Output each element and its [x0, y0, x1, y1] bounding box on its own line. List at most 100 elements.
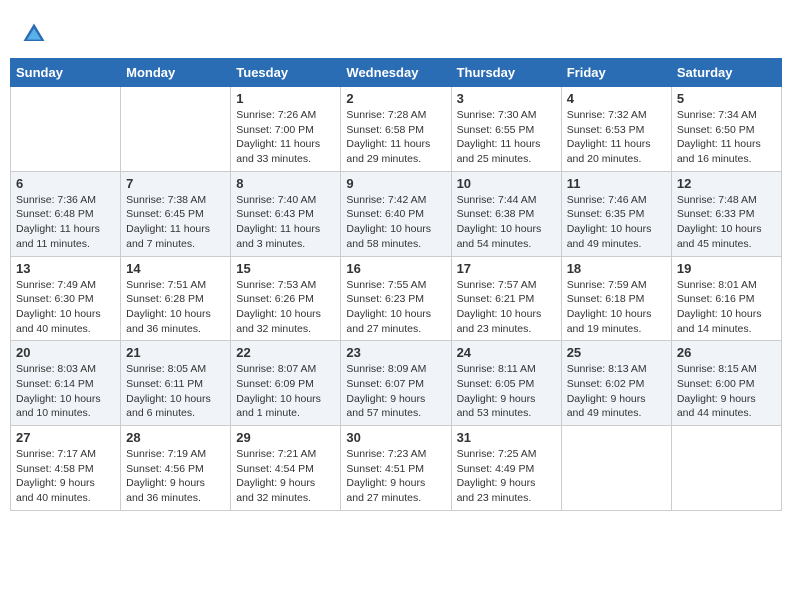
calendar-cell: 28 Sunrise: 7:19 AM Sunset: 4:56 PM Dayli…	[121, 426, 231, 511]
cell-content: Sunrise: 7:32 AM Sunset: 6:53 PM Dayligh…	[567, 108, 666, 167]
cell-content: Sunrise: 7:17 AM Sunset: 4:58 PM Dayligh…	[16, 447, 115, 506]
logo	[20, 20, 50, 48]
calendar-cell: 7 Sunrise: 7:38 AM Sunset: 6:45 PM Daylig…	[121, 171, 231, 256]
day-number: 1	[236, 91, 335, 106]
day-number: 27	[16, 430, 115, 445]
cell-content: Sunrise: 7:55 AM Sunset: 6:23 PM Dayligh…	[346, 278, 445, 337]
calendar-week-row: 13 Sunrise: 7:49 AM Sunset: 6:30 PM Dayli…	[11, 256, 782, 341]
day-number: 14	[126, 261, 225, 276]
cell-content: Sunrise: 7:23 AM Sunset: 4:51 PM Dayligh…	[346, 447, 445, 506]
cell-content: Sunrise: 7:21 AM Sunset: 4:54 PM Dayligh…	[236, 447, 335, 506]
day-number: 31	[457, 430, 556, 445]
day-number: 9	[346, 176, 445, 191]
calendar-cell: 1 Sunrise: 7:26 AM Sunset: 7:00 PM Daylig…	[231, 87, 341, 172]
logo-icon	[20, 20, 48, 48]
day-number: 12	[677, 176, 776, 191]
calendar-cell: 10 Sunrise: 7:44 AM Sunset: 6:38 PM Dayli…	[451, 171, 561, 256]
cell-content: Sunrise: 8:03 AM Sunset: 6:14 PM Dayligh…	[16, 362, 115, 421]
day-number: 17	[457, 261, 556, 276]
weekday-header: Sunday	[11, 59, 121, 87]
cell-content: Sunrise: 8:09 AM Sunset: 6:07 PM Dayligh…	[346, 362, 445, 421]
day-number: 26	[677, 345, 776, 360]
cell-content: Sunrise: 8:01 AM Sunset: 6:16 PM Dayligh…	[677, 278, 776, 337]
cell-content: Sunrise: 7:57 AM Sunset: 6:21 PM Dayligh…	[457, 278, 556, 337]
weekday-header: Thursday	[451, 59, 561, 87]
day-number: 15	[236, 261, 335, 276]
cell-content: Sunrise: 7:26 AM Sunset: 7:00 PM Dayligh…	[236, 108, 335, 167]
calendar-cell: 13 Sunrise: 7:49 AM Sunset: 6:30 PM Dayli…	[11, 256, 121, 341]
calendar-cell: 16Sunrise: 7:55 AM Sunset: 6:23 PM Dayli…	[341, 256, 451, 341]
calendar-week-row: 1 Sunrise: 7:26 AM Sunset: 7:00 PM Daylig…	[11, 87, 782, 172]
cell-content: Sunrise: 7:48 AM Sunset: 6:33 PM Dayligh…	[677, 193, 776, 252]
calendar-cell: 26 Sunrise: 8:15 AM Sunset: 6:00 PM Dayli…	[671, 341, 781, 426]
day-number: 23	[346, 345, 445, 360]
calendar-cell: 6Sunrise: 7:36 AM Sunset: 6:48 PM Daylig…	[11, 171, 121, 256]
calendar-cell: 24Sunrise: 8:11 AM Sunset: 6:05 PM Dayli…	[451, 341, 561, 426]
cell-content: Sunrise: 8:07 AM Sunset: 6:09 PM Dayligh…	[236, 362, 335, 421]
calendar-cell	[121, 87, 231, 172]
cell-content: Sunrise: 7:30 AM Sunset: 6:55 PM Dayligh…	[457, 108, 556, 167]
cell-content: Sunrise: 8:13 AM Sunset: 6:02 PM Dayligh…	[567, 362, 666, 421]
weekday-header: Tuesday	[231, 59, 341, 87]
page-header	[10, 10, 782, 53]
calendar-cell: 5 Sunrise: 7:34 AM Sunset: 6:50 PM Daylig…	[671, 87, 781, 172]
calendar-cell: 12 Sunrise: 7:48 AM Sunset: 6:33 PM Dayli…	[671, 171, 781, 256]
cell-content: Sunrise: 7:53 AM Sunset: 6:26 PM Dayligh…	[236, 278, 335, 337]
calendar-cell: 2Sunrise: 7:28 AM Sunset: 6:58 PM Daylig…	[341, 87, 451, 172]
day-number: 11	[567, 176, 666, 191]
cell-content: Sunrise: 7:46 AM Sunset: 6:35 PM Dayligh…	[567, 193, 666, 252]
calendar-cell: 25 Sunrise: 8:13 AM Sunset: 6:02 PM Dayli…	[561, 341, 671, 426]
day-number: 10	[457, 176, 556, 191]
cell-content: Sunrise: 7:28 AM Sunset: 6:58 PM Dayligh…	[346, 108, 445, 167]
cell-content: Sunrise: 7:34 AM Sunset: 6:50 PM Dayligh…	[677, 108, 776, 167]
weekday-header: Monday	[121, 59, 231, 87]
calendar-cell: 31 Sunrise: 7:25 AM Sunset: 4:49 PM Dayli…	[451, 426, 561, 511]
cell-content: Sunrise: 8:11 AM Sunset: 6:05 PM Dayligh…	[457, 362, 556, 421]
day-number: 28	[126, 430, 225, 445]
weekday-header: Saturday	[671, 59, 781, 87]
cell-content: Sunrise: 7:19 AM Sunset: 4:56 PM Dayligh…	[126, 447, 225, 506]
calendar-cell: 3 Sunrise: 7:30 AM Sunset: 6:55 PM Daylig…	[451, 87, 561, 172]
cell-content: Sunrise: 7:25 AM Sunset: 4:49 PM Dayligh…	[457, 447, 556, 506]
weekday-header: Friday	[561, 59, 671, 87]
cell-content: Sunrise: 7:49 AM Sunset: 6:30 PM Dayligh…	[16, 278, 115, 337]
calendar-cell: 18Sunrise: 7:59 AM Sunset: 6:18 PM Dayli…	[561, 256, 671, 341]
day-number: 21	[126, 345, 225, 360]
calendar-week-row: 6Sunrise: 7:36 AM Sunset: 6:48 PM Daylig…	[11, 171, 782, 256]
cell-content: Sunrise: 8:05 AM Sunset: 6:11 PM Dayligh…	[126, 362, 225, 421]
calendar-cell	[671, 426, 781, 511]
calendar-cell: 23 Sunrise: 8:09 AM Sunset: 6:07 PM Dayli…	[341, 341, 451, 426]
day-number: 3	[457, 91, 556, 106]
calendar-cell	[561, 426, 671, 511]
cell-content: Sunrise: 7:44 AM Sunset: 6:38 PM Dayligh…	[457, 193, 556, 252]
day-number: 20	[16, 345, 115, 360]
day-number: 8	[236, 176, 335, 191]
cell-content: Sunrise: 7:42 AM Sunset: 6:40 PM Dayligh…	[346, 193, 445, 252]
calendar-cell: 8 Sunrise: 7:40 AM Sunset: 6:43 PM Daylig…	[231, 171, 341, 256]
calendar-cell: 20 Sunrise: 8:03 AM Sunset: 6:14 PM Dayli…	[11, 341, 121, 426]
calendar-cell: 29 Sunrise: 7:21 AM Sunset: 4:54 PM Dayli…	[231, 426, 341, 511]
calendar-table: SundayMondayTuesdayWednesdayThursdayFrid…	[10, 58, 782, 511]
calendar-cell: 30 Sunrise: 7:23 AM Sunset: 4:51 PM Dayli…	[341, 426, 451, 511]
day-number: 25	[567, 345, 666, 360]
day-number: 22	[236, 345, 335, 360]
day-number: 6	[16, 176, 115, 191]
calendar-cell: 15 Sunrise: 7:53 AM Sunset: 6:26 PM Dayli…	[231, 256, 341, 341]
day-number: 29	[236, 430, 335, 445]
day-number: 5	[677, 91, 776, 106]
day-number: 30	[346, 430, 445, 445]
cell-content: Sunrise: 7:38 AM Sunset: 6:45 PM Dayligh…	[126, 193, 225, 252]
calendar-cell: 17 Sunrise: 7:57 AM Sunset: 6:21 PM Dayli…	[451, 256, 561, 341]
day-number: 7	[126, 176, 225, 191]
day-number: 13	[16, 261, 115, 276]
day-number: 19	[677, 261, 776, 276]
calendar-header-row: SundayMondayTuesdayWednesdayThursdayFrid…	[11, 59, 782, 87]
cell-content: Sunrise: 8:15 AM Sunset: 6:00 PM Dayligh…	[677, 362, 776, 421]
cell-content: Sunrise: 7:51 AM Sunset: 6:28 PM Dayligh…	[126, 278, 225, 337]
calendar-cell: 9 Sunrise: 7:42 AM Sunset: 6:40 PM Daylig…	[341, 171, 451, 256]
calendar-cell: 11 Sunrise: 7:46 AM Sunset: 6:35 PM Dayli…	[561, 171, 671, 256]
calendar-cell: 27 Sunrise: 7:17 AM Sunset: 4:58 PM Dayli…	[11, 426, 121, 511]
cell-content: Sunrise: 7:40 AM Sunset: 6:43 PM Dayligh…	[236, 193, 335, 252]
calendar-cell: 19 Sunrise: 8:01 AM Sunset: 6:16 PM Dayli…	[671, 256, 781, 341]
calendar-cell: 22 Sunrise: 8:07 AM Sunset: 6:09 PM Dayli…	[231, 341, 341, 426]
